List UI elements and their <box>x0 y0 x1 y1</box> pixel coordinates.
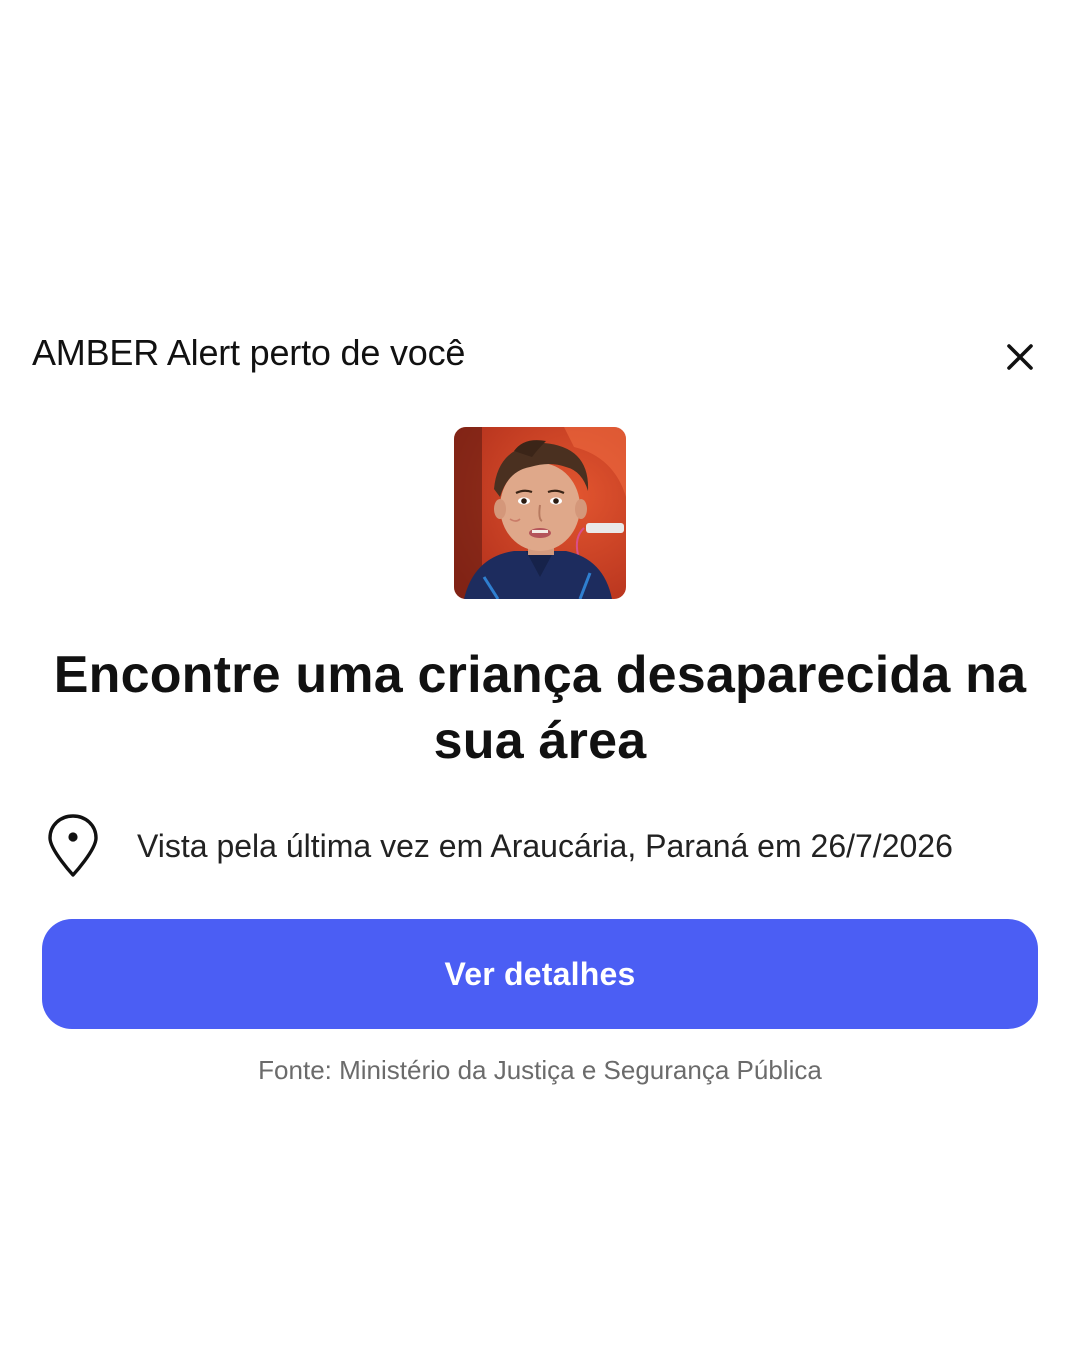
close-button[interactable] <box>996 333 1044 381</box>
alert-headline: Encontre uma criança desaparecida na sua… <box>53 646 1027 770</box>
last-seen-location: Vista pela última vez em Araucária, Para… <box>137 828 953 864</box>
location-pin-icon <box>44 812 102 880</box>
view-details-button[interactable]: Ver detalhes <box>42 919 1038 1029</box>
close-icon <box>1007 344 1033 370</box>
child-photo <box>454 427 626 599</box>
dialog-title: AMBER Alert perto de você <box>32 332 466 373</box>
source-attribution: Fonte: Ministério da Justiça e Segurança… <box>258 1055 822 1085</box>
